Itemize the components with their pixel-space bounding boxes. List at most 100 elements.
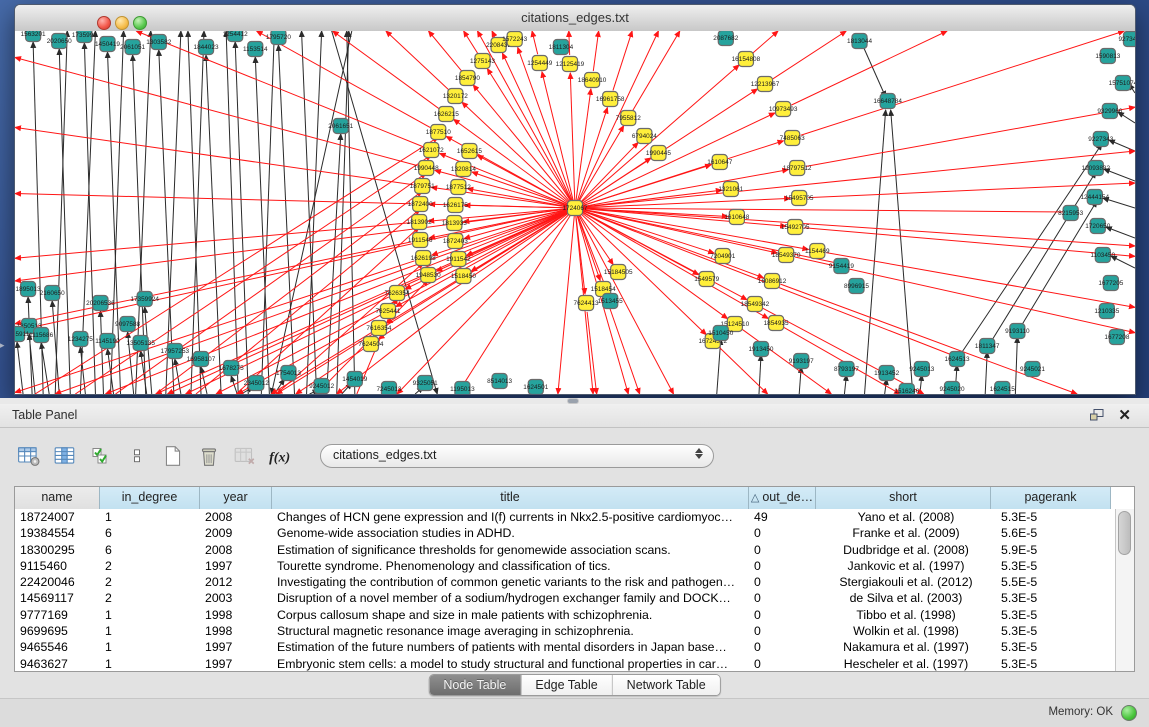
graph-node[interactable]: 1321061 bbox=[718, 182, 743, 197]
graph-node[interactable]: 1320172 bbox=[443, 89, 468, 104]
graph-node[interactable]: 15495705 bbox=[785, 191, 814, 206]
graph-node[interactable]: 16648784 bbox=[873, 94, 902, 109]
graph-node[interactable]: 12444154 bbox=[1080, 190, 1109, 205]
table-row[interactable]: 969969511998Structural magnetic resonanc… bbox=[15, 623, 1115, 639]
graph-node[interactable]: 9245020 bbox=[940, 382, 965, 395]
graph-node[interactable]: 1813044 bbox=[847, 34, 872, 49]
graph-node[interactable]: 18797512 bbox=[783, 161, 812, 176]
graph-node[interactable]: 1895013 bbox=[16, 282, 41, 297]
graph-node[interactable]: 9245013 bbox=[909, 362, 934, 377]
graph-node[interactable]: 1563201 bbox=[21, 31, 46, 42]
graph-node[interactable]: 1624501 bbox=[523, 380, 548, 395]
graph-node[interactable]: 7485063 bbox=[780, 131, 805, 146]
graph-node[interactable]: 2020650 bbox=[47, 34, 72, 49]
graph-node[interactable]: 1234275 bbox=[68, 332, 93, 347]
column-header-pagerank[interactable]: pagerank bbox=[991, 487, 1111, 509]
delete-table-icon[interactable] bbox=[194, 441, 224, 471]
graph-node[interactable]: 1320814 bbox=[451, 162, 476, 177]
graph-node[interactable]: 7204901 bbox=[710, 249, 735, 264]
graph-node[interactable]: 1811347 bbox=[975, 339, 1000, 354]
network-graph[interactable]: 1724067220843212751431854790132017216262… bbox=[15, 31, 1135, 394]
table-row[interactable]: 911546021997Tourette syndrome. Phenomeno… bbox=[15, 558, 1115, 574]
column-header-title[interactable]: title bbox=[272, 487, 749, 509]
graph-node[interactable]: 1103450 bbox=[1091, 248, 1116, 263]
graph-node[interactable]: 2061051 bbox=[120, 40, 145, 55]
graph-node[interactable]: 6794024 bbox=[632, 129, 657, 144]
table-row[interactable]: 977716911998Corpus callosum shape and si… bbox=[15, 607, 1115, 623]
graph-node[interactable]: 9329966 bbox=[1097, 104, 1122, 119]
divider-grip-icon[interactable] bbox=[568, 399, 578, 403]
graph-node[interactable]: 16086912 bbox=[758, 274, 787, 289]
graph-node[interactable]: 1624515 bbox=[990, 382, 1015, 395]
graph-node[interactable]: 1678275 bbox=[219, 361, 244, 376]
table-row[interactable]: 946362711997Embryonic stem cells: a mode… bbox=[15, 656, 1115, 671]
table-row[interactable]: 1456911722003Disruption of a novel membe… bbox=[15, 590, 1115, 606]
graph-node[interactable]: 8215953 bbox=[1058, 206, 1083, 221]
graph-node[interactable]: 1450419 bbox=[95, 37, 120, 52]
function-builder-icon[interactable]: f(x) bbox=[266, 441, 296, 471]
graph-node[interactable]: 9193110 bbox=[1005, 324, 1030, 339]
table-row[interactable]: 2242004622012Investigating the contribut… bbox=[15, 574, 1115, 590]
select-attributes-icon[interactable] bbox=[86, 441, 116, 471]
graph-node[interactable]: 7245013 bbox=[376, 382, 401, 395]
graph-node[interactable]: 1913452 bbox=[874, 366, 899, 381]
graph-node[interactable]: 1145190 bbox=[95, 334, 120, 349]
graph-node[interactable]: 1913450 bbox=[748, 342, 773, 357]
graph-node[interactable]: 1626215 bbox=[434, 107, 459, 122]
graph-node[interactable]: 1610648 bbox=[724, 210, 749, 225]
table-select-dropdown[interactable]: citations_edges.txt bbox=[320, 444, 714, 468]
graph-node[interactable]: 1621072 bbox=[419, 143, 444, 158]
graph-node[interactable]: 1626175 bbox=[443, 198, 468, 213]
graph-node[interactable]: 1454019 bbox=[342, 372, 367, 387]
show-columns-icon[interactable] bbox=[50, 441, 80, 471]
table-settings-icon[interactable] bbox=[14, 441, 44, 471]
column-header-name[interactable]: name bbox=[15, 487, 100, 509]
graph-node[interactable]: 13505135 bbox=[126, 336, 155, 351]
network-window[interactable]: citations_edges.txt 17240672208432127514… bbox=[14, 4, 1136, 395]
tab-network-table[interactable]: Network Table bbox=[612, 675, 720, 695]
graph-node[interactable]: 15751074 bbox=[1109, 76, 1135, 91]
graph-node[interactable]: 1911546 bbox=[408, 233, 433, 248]
graph-node[interactable]: 17957253 bbox=[161, 344, 190, 359]
graph-node[interactable]: 16958107 bbox=[187, 352, 216, 367]
graph-node[interactable]: 8514013 bbox=[487, 374, 512, 389]
table-row[interactable]: 1830029562008Estimation of significance … bbox=[15, 542, 1115, 558]
graph-node[interactable]: 7624413 bbox=[574, 296, 599, 311]
graph-node[interactable]: 9154419 bbox=[829, 259, 854, 274]
new-table-icon[interactable] bbox=[158, 441, 188, 471]
graph-node[interactable]: 1854790 bbox=[455, 71, 480, 86]
column-header-in_degree[interactable]: in_degree bbox=[100, 487, 200, 509]
network-window-titlebar[interactable]: citations_edges.txt bbox=[15, 5, 1135, 32]
graph-node[interactable]: 9325051 bbox=[413, 376, 438, 391]
graph-node[interactable]: 1610647 bbox=[707, 155, 732, 170]
graph-node[interactable]: 1154469 bbox=[805, 244, 830, 259]
table-row[interactable]: 1872400712008Changes of HCN gene express… bbox=[15, 509, 1115, 525]
close-panel-icon[interactable]: ✕ bbox=[1118, 406, 1131, 424]
network-canvas[interactable]: 1724067220843212751431854790132017216262… bbox=[15, 31, 1135, 394]
graph-node[interactable]: 12213967 bbox=[751, 77, 780, 92]
graph-node[interactable]: 1677208 bbox=[1104, 330, 1129, 345]
graph-node[interactable]: 1590813 bbox=[1095, 49, 1120, 64]
graph-node[interactable]: 1254449 bbox=[527, 56, 552, 71]
graph-node[interactable]: 1195013 bbox=[450, 382, 475, 395]
graph-node[interactable]: 15184505 bbox=[604, 265, 633, 280]
graph-node[interactable]: 16154808 bbox=[732, 52, 761, 67]
graph-node[interactable]: 2160650 bbox=[40, 286, 65, 301]
row-height-icon[interactable] bbox=[122, 441, 152, 471]
table-scrollbar[interactable] bbox=[1115, 509, 1134, 671]
graph-node[interactable]: 8996915 bbox=[844, 279, 869, 294]
graph-node[interactable]: 16961758 bbox=[596, 92, 625, 107]
column-header-year[interactable]: year bbox=[200, 487, 272, 509]
graph-node[interactable]: 18549370 bbox=[772, 248, 801, 263]
graph-node[interactable]: 1879751 bbox=[410, 179, 435, 194]
graph-node[interactable]: 12093832 bbox=[1081, 161, 1110, 176]
graph-node[interactable]: 15492705 bbox=[781, 220, 810, 235]
column-header-short[interactable]: short bbox=[816, 487, 991, 509]
graph-node[interactable]: 1990448 bbox=[414, 161, 439, 176]
graph-node[interactable]: 1844023 bbox=[194, 40, 219, 55]
graph-node[interactable]: 1720650 bbox=[1085, 219, 1110, 234]
graph-node[interactable]: 9273410 bbox=[1118, 32, 1135, 47]
graph-node[interactable]: 12125419 bbox=[556, 57, 585, 72]
graph-node[interactable]: 9245012 bbox=[309, 379, 334, 394]
collapse-arrow-icon[interactable]: ▸ bbox=[0, 340, 5, 351]
